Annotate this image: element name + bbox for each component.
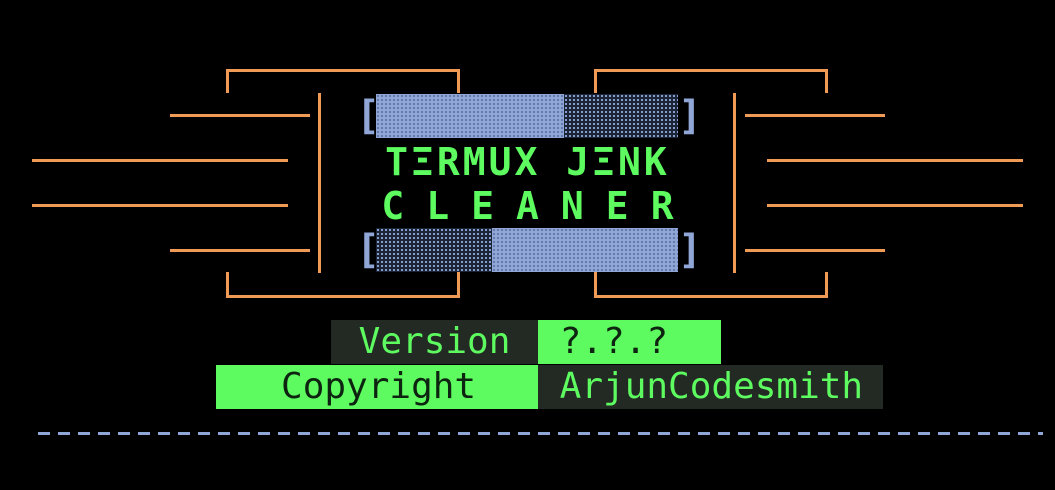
- bottom-progress-bar: [376, 228, 678, 272]
- top-bar-dark-segment: [564, 94, 678, 138]
- frame-top-left-stub: [226, 69, 229, 93]
- frame-top-left-stub-inner: [457, 69, 460, 93]
- side-line-right-1: [745, 114, 885, 117]
- frame-top-left-line: [226, 69, 460, 72]
- side-line-left-4: [170, 249, 310, 252]
- frame-bottom-right-line: [594, 295, 828, 298]
- top-progress-bar: [376, 94, 678, 138]
- top-bar-close-bracket: ]: [678, 93, 703, 139]
- frame-bottom-right-stub-inner: [594, 272, 597, 298]
- banner-title-line-1: TΞRMUX JΞNK: [385, 140, 670, 184]
- frame-bottom-left-line: [226, 295, 460, 298]
- banner-title-line-2: CLEANER: [381, 184, 696, 228]
- frame-left-vertical: [318, 93, 321, 273]
- dashed-separator: [38, 432, 1043, 435]
- side-line-left-1: [170, 114, 310, 117]
- frame-top-right-stub: [825, 69, 828, 93]
- frame-bottom-left-stub-inner: [457, 272, 460, 298]
- bottom-bar-dark-segment: [376, 228, 492, 272]
- frame-right-vertical: [733, 93, 736, 273]
- frame-top-right-stub-inner: [594, 69, 597, 93]
- version-value: ?.?.?: [538, 320, 721, 364]
- frame-bottom-right-stub: [825, 272, 828, 298]
- copyright-label: Copyright: [216, 365, 538, 409]
- frame-bottom-left-stub: [226, 272, 229, 298]
- version-label: Version: [331, 320, 538, 364]
- copyright-value: ArjunCodesmith: [538, 365, 883, 409]
- side-line-right-4: [745, 249, 885, 252]
- top-bar-light-segment: [376, 94, 564, 138]
- bottom-bar-light-segment: [492, 228, 678, 272]
- frame-top-right-line: [594, 69, 828, 72]
- bottom-bar-close-bracket: ]: [678, 227, 703, 273]
